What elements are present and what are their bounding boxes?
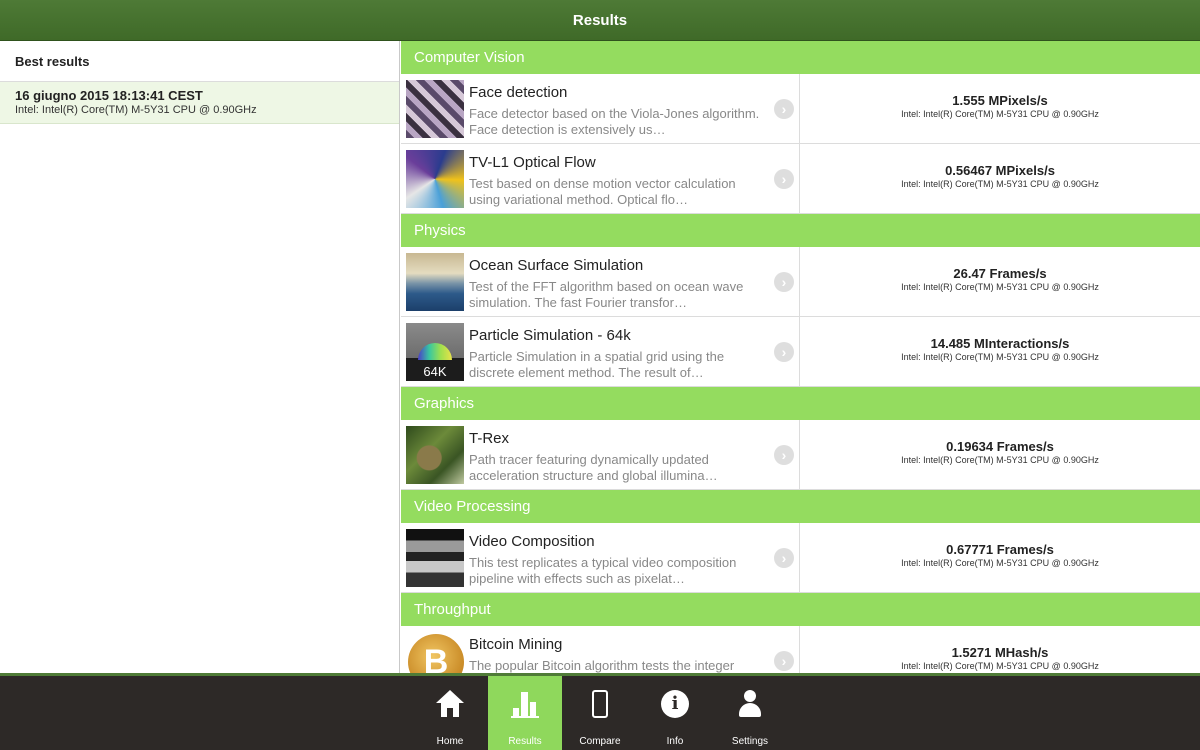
home-icon [436, 690, 464, 718]
particle-blob [418, 343, 452, 360]
test-row-bitcoin-mining[interactable]: B Bitcoin Mining The popular Bitcoin alg… [401, 626, 1200, 673]
tab-info[interactable]: i Info [638, 676, 712, 750]
section-throughput: Throughput [401, 593, 1200, 626]
chevron-right-icon[interactable]: › [774, 169, 794, 189]
best-results-title: Best results [0, 41, 399, 82]
test-score: 26.47 Frames/s Intel: Intel(R) Core(TM) … [799, 247, 1200, 316]
section-computer-vision: Computer Vision [401, 41, 1200, 74]
test-description: The popular Bitcoin algorithm tests the … [469, 658, 735, 673]
test-title: Bitcoin Mining [469, 636, 563, 653]
test-title: TV-L1 Optical Flow [469, 154, 596, 171]
chevron-right-icon[interactable]: › [774, 651, 794, 671]
test-description: Test of the FFT algorithm based on ocean… [469, 279, 744, 310]
test-row-particle-simulation[interactable]: 64K Particle Simulation - 64k Particle S… [401, 317, 1200, 387]
tab-compare[interactable]: Compare [563, 676, 637, 750]
test-score: 1.5271 MHash/s Intel: Intel(R) Core(TM) … [799, 626, 1200, 673]
video-composition-thumbnail [406, 529, 464, 587]
score-value: 14.485 MInteractions/s [930, 336, 1070, 351]
trex-thumbnail [406, 426, 464, 484]
test-description: Path tracer featuring dynamically update… [469, 452, 718, 483]
test-description: Test based on dense motion vector calcul… [469, 176, 736, 207]
test-score: 0.67771 Frames/s Intel: Intel(R) Core(TM… [799, 523, 1200, 592]
test-row-face-detection[interactable]: Face detection Face detector based on th… [401, 74, 1200, 144]
chevron-right-icon[interactable]: › [774, 548, 794, 568]
chevron-right-icon[interactable]: › [774, 99, 794, 119]
score-value: 1.5271 MHash/s [951, 645, 1049, 660]
tab-label: Compare [579, 736, 621, 747]
score-value: 0.67771 Frames/s [946, 542, 1054, 557]
test-score: 0.19634 Frames/s Intel: Intel(R) Core(TM… [799, 420, 1200, 489]
bitcoin-thumbnail: B [406, 632, 464, 673]
tab-label: Info [666, 736, 684, 747]
test-score: 0.56467 MPixels/s Intel: Intel(R) Core(T… [799, 144, 1200, 213]
tab-label: Settings [731, 736, 769, 747]
score-cpu: Intel: Intel(R) Core(TM) M-5Y31 CPU @ 0.… [901, 661, 1099, 671]
best-results-panel: Best results 16 giugno 2015 18:13:41 CES… [0, 41, 400, 673]
score-cpu: Intel: Intel(R) Core(TM) M-5Y31 CPU @ 0.… [901, 352, 1099, 362]
particle-thumbnail: 64K [406, 323, 464, 381]
results-icon [511, 690, 539, 718]
test-description: This test replicates a typical video com… [469, 555, 737, 586]
tab-home[interactable]: Home [413, 676, 487, 750]
section-video-processing: Video Processing [401, 490, 1200, 523]
page-title: Results [572, 12, 628, 29]
score-cpu: Intel: Intel(R) Core(TM) M-5Y31 CPU @ 0.… [901, 282, 1099, 292]
tab-label: Results [508, 736, 542, 747]
test-description: Face detector based on the Viola-Jones a… [469, 106, 760, 137]
section-physics: Physics [401, 214, 1200, 247]
score-value: 1.555 MPixels/s [952, 93, 1048, 108]
thumbnail-label: 64K [423, 364, 447, 379]
score-cpu: Intel: Intel(R) Core(TM) M-5Y31 CPU @ 0.… [901, 109, 1099, 119]
tab-results[interactable]: Results [488, 676, 562, 750]
test-title: Video Composition [469, 533, 595, 550]
test-title: Face detection [469, 84, 568, 101]
test-description: Particle Simulation in a spatial grid us… [469, 349, 725, 380]
test-title: Particle Simulation - 64k [469, 327, 631, 344]
test-row-optical-flow[interactable]: TV-L1 Optical Flow Test based on dense m… [401, 144, 1200, 214]
result-date: 16 giugno 2015 18:13:41 CEST [15, 88, 203, 103]
chevron-right-icon[interactable]: › [774, 342, 794, 362]
test-title: Ocean Surface Simulation [469, 257, 644, 274]
test-score: 1.555 MPixels/s Intel: Intel(R) Core(TM)… [799, 74, 1200, 143]
score-value: 0.56467 MPixels/s [945, 163, 1055, 178]
score-cpu: Intel: Intel(R) Core(TM) M-5Y31 CPU @ 0.… [901, 179, 1099, 189]
test-row-trex[interactable]: T-Rex Path tracer featuring dynamically … [401, 420, 1200, 490]
ocean-thumbnail [406, 253, 464, 311]
score-cpu: Intel: Intel(R) Core(TM) M-5Y31 CPU @ 0.… [901, 558, 1099, 568]
score-cpu: Intel: Intel(R) Core(TM) M-5Y31 CPU @ 0.… [901, 455, 1099, 465]
test-score: 14.485 MInteractions/s Intel: Intel(R) C… [799, 317, 1200, 386]
result-entry[interactable]: 16 giugno 2015 18:13:41 CEST Intel: Inte… [0, 82, 399, 124]
face-detection-thumbnail [406, 80, 464, 138]
test-row-ocean-surface[interactable]: Ocean Surface Simulation Test of the FFT… [401, 247, 1200, 317]
settings-icon [736, 690, 764, 718]
test-row-video-composition[interactable]: Video Composition This test replicates a… [401, 523, 1200, 593]
app-header: Results [0, 0, 1200, 41]
result-cpu: Intel: Intel(R) Core(TM) M-5Y31 CPU @ 0.… [15, 104, 257, 116]
info-icon: i [661, 690, 689, 718]
test-title: T-Rex [469, 430, 510, 447]
score-value: 0.19634 Frames/s [946, 439, 1054, 454]
compare-icon [586, 690, 614, 718]
section-graphics: Graphics [401, 387, 1200, 420]
tab-settings[interactable]: Settings [713, 676, 787, 750]
chevron-right-icon[interactable]: › [774, 445, 794, 465]
tab-label: Home [436, 736, 464, 747]
bitcoin-coin-icon: B [408, 634, 464, 673]
bottom-tab-bar: Home Results Compare i Info Settings [0, 673, 1200, 750]
info-glyph: i [661, 690, 689, 718]
chevron-right-icon[interactable]: › [774, 272, 794, 292]
results-list[interactable]: Computer Vision Face detection Face dete… [401, 41, 1200, 673]
optical-flow-thumbnail [406, 150, 464, 208]
score-value: 26.47 Frames/s [953, 266, 1047, 281]
